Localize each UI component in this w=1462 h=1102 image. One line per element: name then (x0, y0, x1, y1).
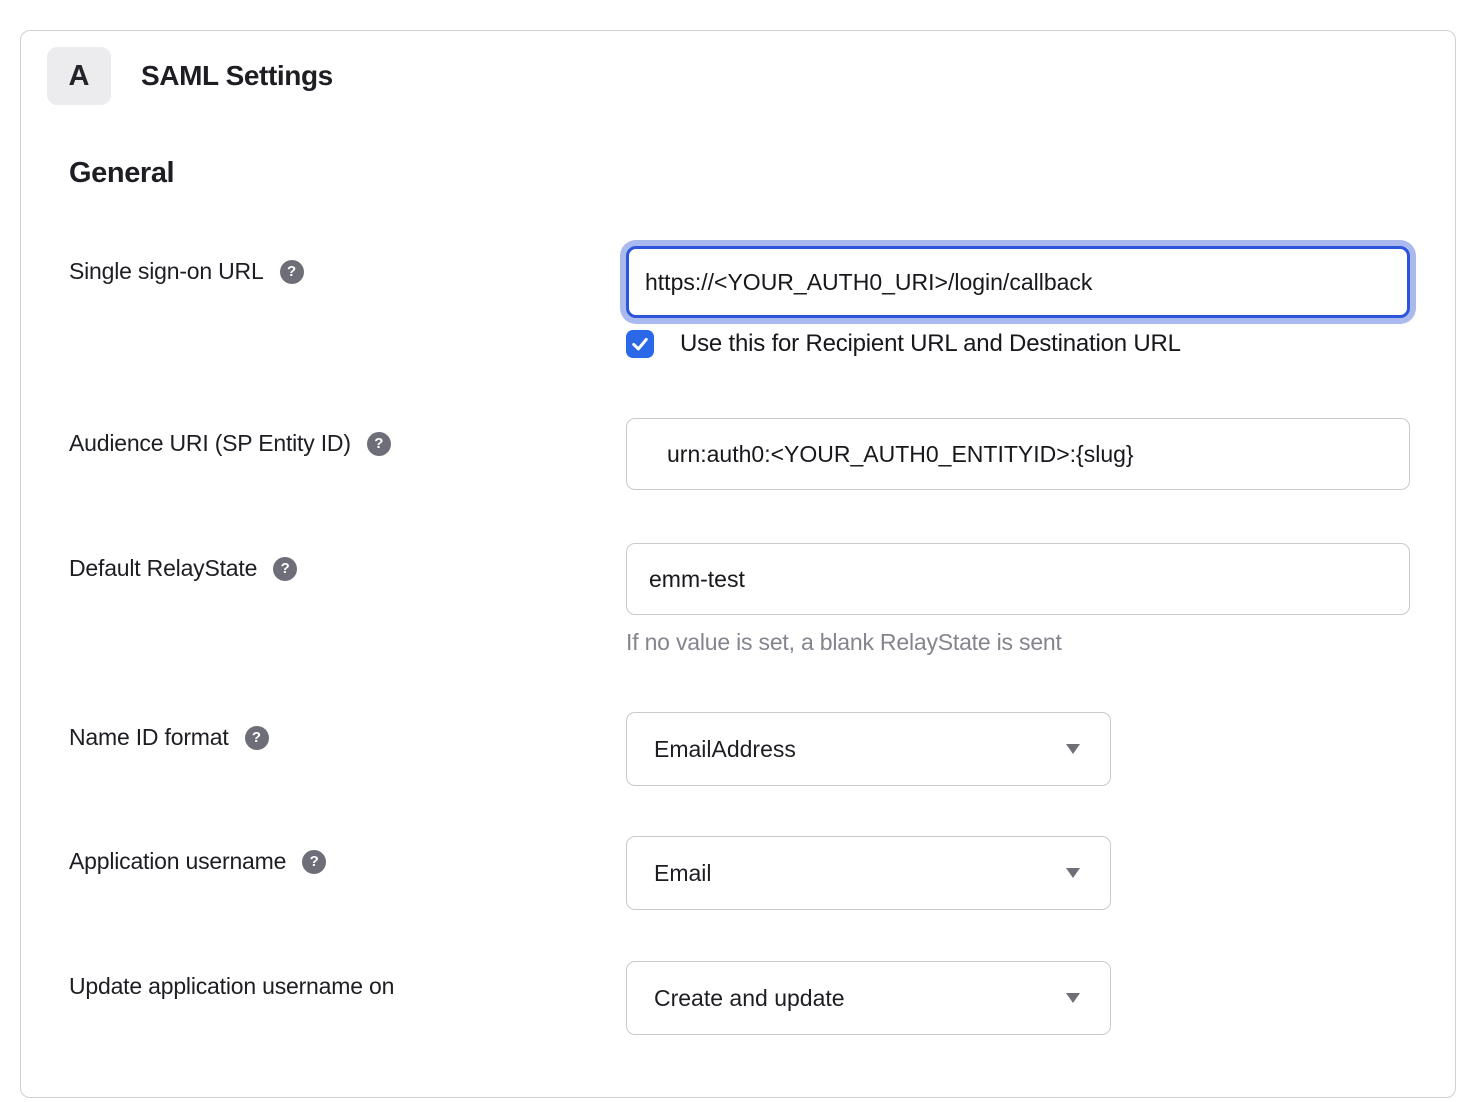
audience-uri-controls (626, 418, 1410, 490)
chevron-down-icon (1066, 993, 1080, 1003)
application-username-label: Application username (69, 848, 286, 875)
help-icon[interactable]: ? (273, 557, 297, 581)
name-id-format-label-group: Name ID format ? (69, 712, 626, 751)
recipient-destination-checkbox[interactable] (626, 330, 654, 358)
checkmark-icon (630, 334, 650, 354)
help-icon[interactable]: ? (245, 726, 269, 750)
name-id-format-label: Name ID format (69, 724, 229, 751)
saml-settings-form: Single sign-on URL ? Use this for Recipi… (69, 246, 1455, 1035)
help-icon-glyph: ? (281, 560, 290, 577)
update-application-username-label-group: Update application username on (69, 961, 626, 1000)
card-header: A SAML Settings (47, 47, 1455, 105)
help-icon-glyph: ? (252, 729, 261, 746)
application-username-row: Application username ? Email (69, 836, 1455, 910)
update-application-username-label: Update application username on (69, 973, 394, 1000)
help-icon[interactable]: ? (367, 432, 391, 456)
help-icon-glyph: ? (310, 853, 319, 870)
relaystate-helper-text: If no value is set, a blank RelayState i… (626, 629, 1410, 656)
single-sign-on-url-input[interactable] (626, 246, 1410, 318)
help-icon-glyph: ? (287, 263, 296, 280)
chevron-down-icon (1066, 868, 1080, 878)
help-icon-glyph: ? (374, 435, 383, 452)
name-id-format-select[interactable]: EmailAddress (626, 712, 1111, 786)
application-username-select[interactable]: Email (626, 836, 1111, 910)
application-username-label-group: Application username ? (69, 836, 626, 875)
update-application-username-row: Update application username on Create an… (69, 961, 1455, 1035)
single-sign-on-url-label-group: Single sign-on URL ? (69, 246, 626, 285)
single-sign-on-url-row: Single sign-on URL ? Use this for Recipi… (69, 246, 1455, 358)
update-application-username-selected-value: Create and update (654, 985, 845, 1012)
page-title: SAML Settings (141, 60, 333, 92)
step-a-badge: A (47, 47, 111, 105)
default-relaystate-label-group: Default RelayState ? (69, 543, 626, 582)
update-application-username-select[interactable]: Create and update (626, 961, 1111, 1035)
name-id-format-row: Name ID format ? EmailAddress (69, 712, 1455, 786)
saml-settings-card: A SAML Settings General Single sign-on U… (20, 30, 1456, 1098)
single-sign-on-url-controls: Use this for Recipient URL and Destinati… (626, 246, 1410, 358)
general-section-heading: General (69, 157, 1455, 190)
update-application-username-controls: Create and update (626, 961, 1111, 1035)
application-username-selected-value: Email (654, 860, 712, 887)
name-id-format-controls: EmailAddress (626, 712, 1111, 786)
recipient-destination-checkbox-row: Use this for Recipient URL and Destinati… (626, 330, 1410, 358)
application-username-controls: Email (626, 836, 1111, 910)
help-icon[interactable]: ? (280, 260, 304, 284)
default-relaystate-controls: If no value is set, a blank RelayState i… (626, 543, 1410, 656)
default-relaystate-row: Default RelayState ? If no value is set,… (69, 543, 1455, 656)
single-sign-on-url-label: Single sign-on URL (69, 258, 264, 285)
help-icon[interactable]: ? (302, 850, 326, 874)
default-relaystate-input[interactable] (626, 543, 1410, 615)
default-relaystate-label: Default RelayState (69, 555, 257, 582)
audience-uri-label-group: Audience URI (SP Entity ID) ? (69, 418, 626, 457)
audience-uri-row: Audience URI (SP Entity ID) ? (69, 418, 1455, 490)
recipient-destination-checkbox-label: Use this for Recipient URL and Destinati… (680, 330, 1181, 358)
audience-uri-input[interactable] (626, 418, 1410, 490)
audience-uri-label: Audience URI (SP Entity ID) (69, 430, 351, 457)
name-id-format-selected-value: EmailAddress (654, 736, 796, 763)
chevron-down-icon (1066, 744, 1080, 754)
